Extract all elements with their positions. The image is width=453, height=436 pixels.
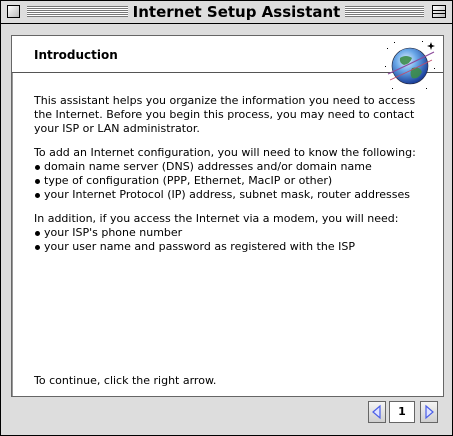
modem-lead: In addition, if you access the Internet … [34,212,399,225]
navigation-bar: 1 [11,399,442,427]
section-title: Introduction [34,48,118,62]
title-bar-stripes-left [27,6,128,17]
right-arrow-icon [425,404,434,420]
globe-icon [385,41,435,89]
collapse-box[interactable] [432,5,446,18]
window-title: Internet Setup Assistant [128,2,345,22]
config-lead: To add an Internet configuration, you wi… [34,146,416,159]
list-item: domain name server (DNS) addresses and/o… [34,160,434,174]
list-item: your Internet Protocol (IP) address, sub… [34,188,434,202]
continue-instruction: To continue, click the right arrow. [34,374,217,387]
config-list: domain name server (DNS) addresses and/o… [34,160,434,202]
intro-paragraph: This assistant helps you organize the in… [34,94,416,135]
list-item: your ISP's phone number [34,226,434,240]
body-text: This assistant helps you organize the in… [34,94,434,264]
previous-page-button[interactable] [368,401,386,423]
setup-assistant-window: Internet Setup Assistant Introduction Th… [0,0,453,436]
close-box[interactable] [7,5,20,18]
next-page-button[interactable] [420,401,438,423]
modem-list: your ISP's phone number your user name a… [34,226,434,254]
left-arrow-icon [372,404,381,420]
list-item: type of configuration (PPP, Ethernet, Ma… [34,174,434,188]
title-bar-stripes-right [345,6,424,17]
content-panel: Introduction This assistant helps you or… [11,35,444,397]
list-item: your user name and password as registere… [34,240,434,254]
title-bar[interactable]: Internet Setup Assistant [1,1,452,24]
section-header: Introduction [12,36,443,73]
page-number: 1 [389,401,415,423]
